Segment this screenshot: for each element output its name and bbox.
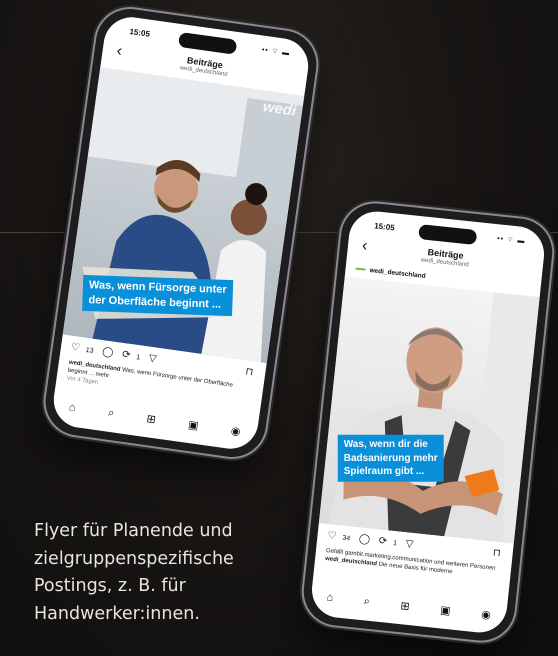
bookmark-icon[interactable]: ⊓	[245, 366, 254, 378]
repost-icon[interactable]: ⟳	[121, 349, 131, 361]
like-icon[interactable]: ♡	[327, 530, 337, 542]
repost-count: 1	[135, 354, 141, 362]
share-icon[interactable]: ▽	[405, 538, 414, 550]
like-icon[interactable]: ♡	[70, 342, 80, 354]
caption-line: Postings, z. B. für	[34, 576, 186, 596]
create-icon[interactable]: ⊞	[146, 412, 157, 426]
search-icon[interactable]: ⌕	[107, 407, 115, 421]
home-icon[interactable]: ⌂	[326, 591, 334, 605]
accent-dash	[355, 267, 366, 271]
like-count: 34	[341, 534, 351, 543]
caption-line: Flyer für Planende und	[34, 521, 233, 541]
status-time: 15:05	[373, 221, 396, 233]
dynamic-island	[418, 224, 478, 246]
post-image	[318, 276, 540, 544]
bookmark-icon[interactable]: ⊓	[492, 548, 501, 560]
reels-icon[interactable]: ▣	[187, 418, 199, 432]
status-icons: ▪▪ ⌔ ▬	[496, 235, 526, 246]
dynamic-island	[177, 31, 238, 55]
caption-text: Flyer für Planende und zielgruppenspezif…	[34, 518, 294, 628]
caption-line: Handwerker:innen.	[34, 603, 200, 624]
phone-mockup-right: 15:05 ▪▪ ⌔ ▬ ‹ Beiträge wedi_deutschland…	[300, 200, 556, 644]
comment-icon[interactable]: ◯	[101, 346, 114, 358]
status-time: 15:05	[128, 26, 151, 39]
repost-count: 1	[392, 540, 398, 548]
post-image: wedi	[62, 67, 305, 364]
search-icon[interactable]: ⌕	[363, 595, 370, 609]
post-photo-illustration	[318, 276, 540, 544]
bottom-nav: ⌂ ⌕ ⊞ ▣ ◉	[310, 590, 506, 623]
phone-mockup-left: 15:05 ▪▪ ⌔ ▬ ‹ Beiträge wedi_deutschland	[41, 4, 321, 462]
reels-icon[interactable]: ▣	[440, 603, 452, 617]
share-icon[interactable]: ▽	[148, 353, 157, 365]
post-banner: Was, wenn dir die Badsanierung mehr Spie…	[337, 434, 444, 482]
post-caption: Gefällt gambit.marketing.communication u…	[325, 548, 502, 582]
create-icon[interactable]: ⊞	[400, 599, 411, 613]
post-banner: Was, wenn Fürsorge unter der Oberfläche …	[82, 274, 233, 316]
repost-icon[interactable]: ⟳	[378, 536, 387, 548]
profile-icon[interactable]: ◉	[230, 424, 241, 438]
home-icon[interactable]: ⌂	[68, 401, 76, 415]
profile-icon[interactable]: ◉	[480, 608, 491, 622]
post-actions: ♡ 34 ◯ ⟳ 1 ▽	[327, 530, 420, 551]
caption-line: zielgruppenspezifische	[34, 548, 234, 569]
phone-screen: 15:05 ▪▪ ⌔ ▬ ‹ Beiträge wedi_deutschland…	[309, 208, 547, 636]
status-icons: ▪▪ ⌔ ▬	[261, 46, 291, 58]
like-count: 13	[85, 346, 94, 355]
post-caption: wedi_deutschland Was, wenn Fürsorge unte…	[66, 360, 253, 409]
phone-screen: 15:05 ▪▪ ⌔ ▬ ‹ Beiträge wedi_deutschland	[50, 13, 312, 453]
comment-icon[interactable]: ◯	[358, 533, 370, 545]
